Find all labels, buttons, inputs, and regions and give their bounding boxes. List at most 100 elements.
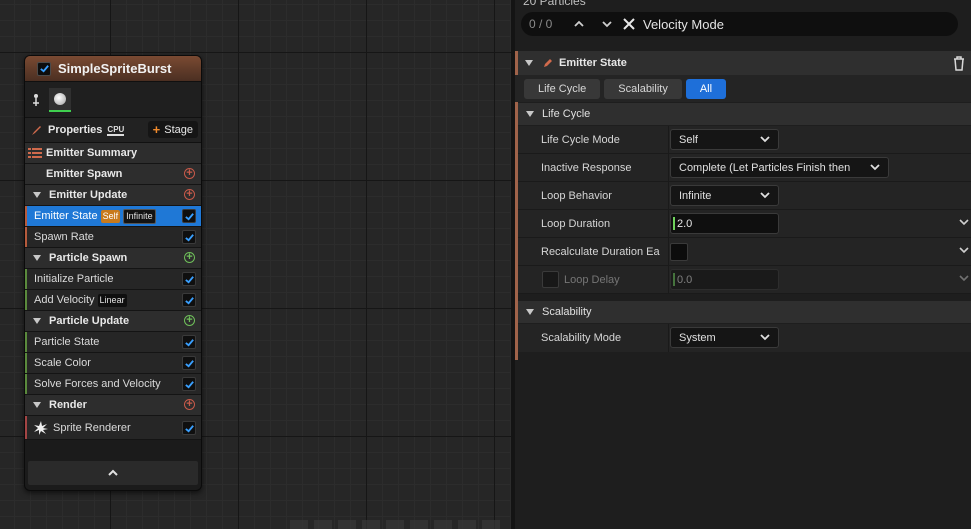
search-match-count: 0 / 0 [529,17,553,31]
module-emitter-state[interactable]: Emitter State Self Infinite [25,206,201,227]
module-add-velocity[interactable]: Add Velocity Linear [25,290,201,311]
module-enabled-checkbox[interactable] [182,293,196,307]
previous-match-button[interactable] [565,20,593,28]
collapse-node-button[interactable] [28,461,198,485]
check-icon [184,233,194,242]
filter-all[interactable]: All [685,78,727,99]
emitter-summary-row[interactable]: Emitter Summary [25,143,201,164]
emitter-state-category-header[interactable]: Emitter State [515,51,971,75]
add-module-icon[interactable]: + [184,252,195,263]
section-emitter-update[interactable]: Emitter Update + [25,185,201,206]
inactive-response-dropdown[interactable]: Complete (Let Particles Finish then [670,157,889,178]
recalculate-duration-checkbox[interactable] [670,243,688,261]
module-scale-color[interactable]: Scale Color [25,353,201,374]
section-render[interactable]: Render + [25,395,201,416]
pencil-icon [32,126,41,135]
section-label: Life Cycle [542,108,591,120]
properties-label: Properties [48,124,103,136]
loop-delay-input[interactable]: 0.0 [670,269,779,290]
chevron-down-icon [602,21,612,28]
module-label: Add Velocity [34,294,95,306]
section-scalability[interactable]: Scalability [518,301,971,323]
trash-icon[interactable] [952,55,966,71]
chevron-down-icon[interactable] [959,275,969,282]
module-label: Particle State [34,336,100,348]
dropdown-value: Self [679,133,698,146]
caret-down-icon[interactable] [526,111,534,117]
caret-down-icon[interactable] [526,309,534,315]
module-label: Emitter State [34,210,98,222]
search-bar[interactable]: 0 / 0 Velocity Mode [521,12,958,36]
chevron-down-icon [870,164,880,171]
chevron-down-icon [760,136,770,143]
section-particle-spawn[interactable]: Particle Spawn + [25,248,201,269]
caret-down-icon[interactable] [525,60,533,66]
caret-down-icon[interactable] [33,255,41,261]
module-label: Initialize Particle [34,273,114,285]
plus-icon: + [152,122,161,137]
caret-down-icon[interactable] [33,402,41,408]
caret-down-icon[interactable] [33,192,41,198]
module-enabled-checkbox[interactable] [182,335,196,349]
pencil-icon [544,59,552,67]
column-separator [668,238,669,265]
check-icon [184,338,194,347]
module-enabled-checkbox[interactable] [182,421,196,435]
filter-life-cycle[interactable]: Life Cycle [524,78,601,99]
module-enabled-checkbox[interactable] [182,272,196,286]
properties-row[interactable]: Properties CPU + Stage [25,118,201,143]
section-label: Render [49,399,87,411]
node-title: SimpleSpriteBurst [58,61,172,76]
module-enabled-checkbox[interactable] [182,377,196,391]
list-icon [28,148,42,158]
life-cycle-mode-dropdown[interactable]: Self [670,129,779,150]
chevron-down-icon[interactable] [959,247,969,254]
module-enabled-checkbox[interactable] [182,209,196,223]
chevron-up-icon [108,469,118,476]
dropdown-value: System [679,331,716,344]
emitter-thumbnail[interactable] [49,87,71,112]
module-initialize-particle[interactable]: Initialize Particle [25,269,201,290]
sprite-preview-icon [54,92,66,105]
add-module-icon[interactable]: + [184,168,195,179]
module-solve-forces[interactable]: Solve Forces and Velocity [25,374,201,395]
loop-delay-enable-checkbox[interactable] [542,271,559,288]
close-icon [623,18,635,30]
property-label: Inactive Response [541,162,632,174]
filter-scalability[interactable]: Scalability [604,78,682,99]
property-life-cycle-mode: Life Cycle Mode Self [518,126,971,154]
section-emitter-spawn[interactable]: Emitter Spawn + [25,164,201,185]
next-match-button[interactable] [593,20,621,28]
node-graph-canvas[interactable]: SimpleSpriteBurst Properties CPU + Stage… [0,0,511,529]
add-module-icon[interactable]: + [184,189,195,200]
loop-duration-input[interactable]: 2.0 [670,213,779,234]
scalability-mode-dropdown[interactable]: System [670,327,779,348]
add-module-icon[interactable]: + [184,315,195,326]
clear-search-button[interactable] [621,18,637,30]
module-particle-state[interactable]: Particle State [25,332,201,353]
particle-count-label: 20 Particles [523,0,586,8]
module-spawn-rate[interactable]: Spawn Rate [25,227,201,248]
cpu-badge: CPU [107,124,125,136]
module-enabled-checkbox[interactable] [182,230,196,244]
module-label: Scale Color [34,357,91,369]
check-icon [184,359,194,368]
section-particle-update[interactable]: Particle Update + [25,311,201,332]
module-enabled-checkbox[interactable] [182,356,196,370]
emitter-properties-icon[interactable] [31,93,41,107]
module-sprite-renderer[interactable]: Sprite Renderer [25,416,201,440]
column-separator [668,126,669,153]
node-header[interactable]: SimpleSpriteBurst [25,56,201,82]
add-stage-button[interactable]: + Stage [147,121,198,138]
check-icon [184,212,194,221]
chevron-down-icon[interactable] [959,219,969,226]
section-label: Emitter Update [49,189,128,201]
add-renderer-icon[interactable]: + [184,399,195,410]
loop-behavior-dropdown[interactable]: Infinite [670,185,779,206]
emitter-enabled-checkbox[interactable] [37,61,51,76]
section-life-cycle[interactable]: Life Cycle [518,103,971,125]
chevron-down-icon [760,192,770,199]
caret-down-icon[interactable] [33,318,41,324]
emitter-node[interactable]: SimpleSpriteBurst Properties CPU + Stage… [24,55,202,491]
search-input[interactable]: Velocity Mode [643,17,724,32]
